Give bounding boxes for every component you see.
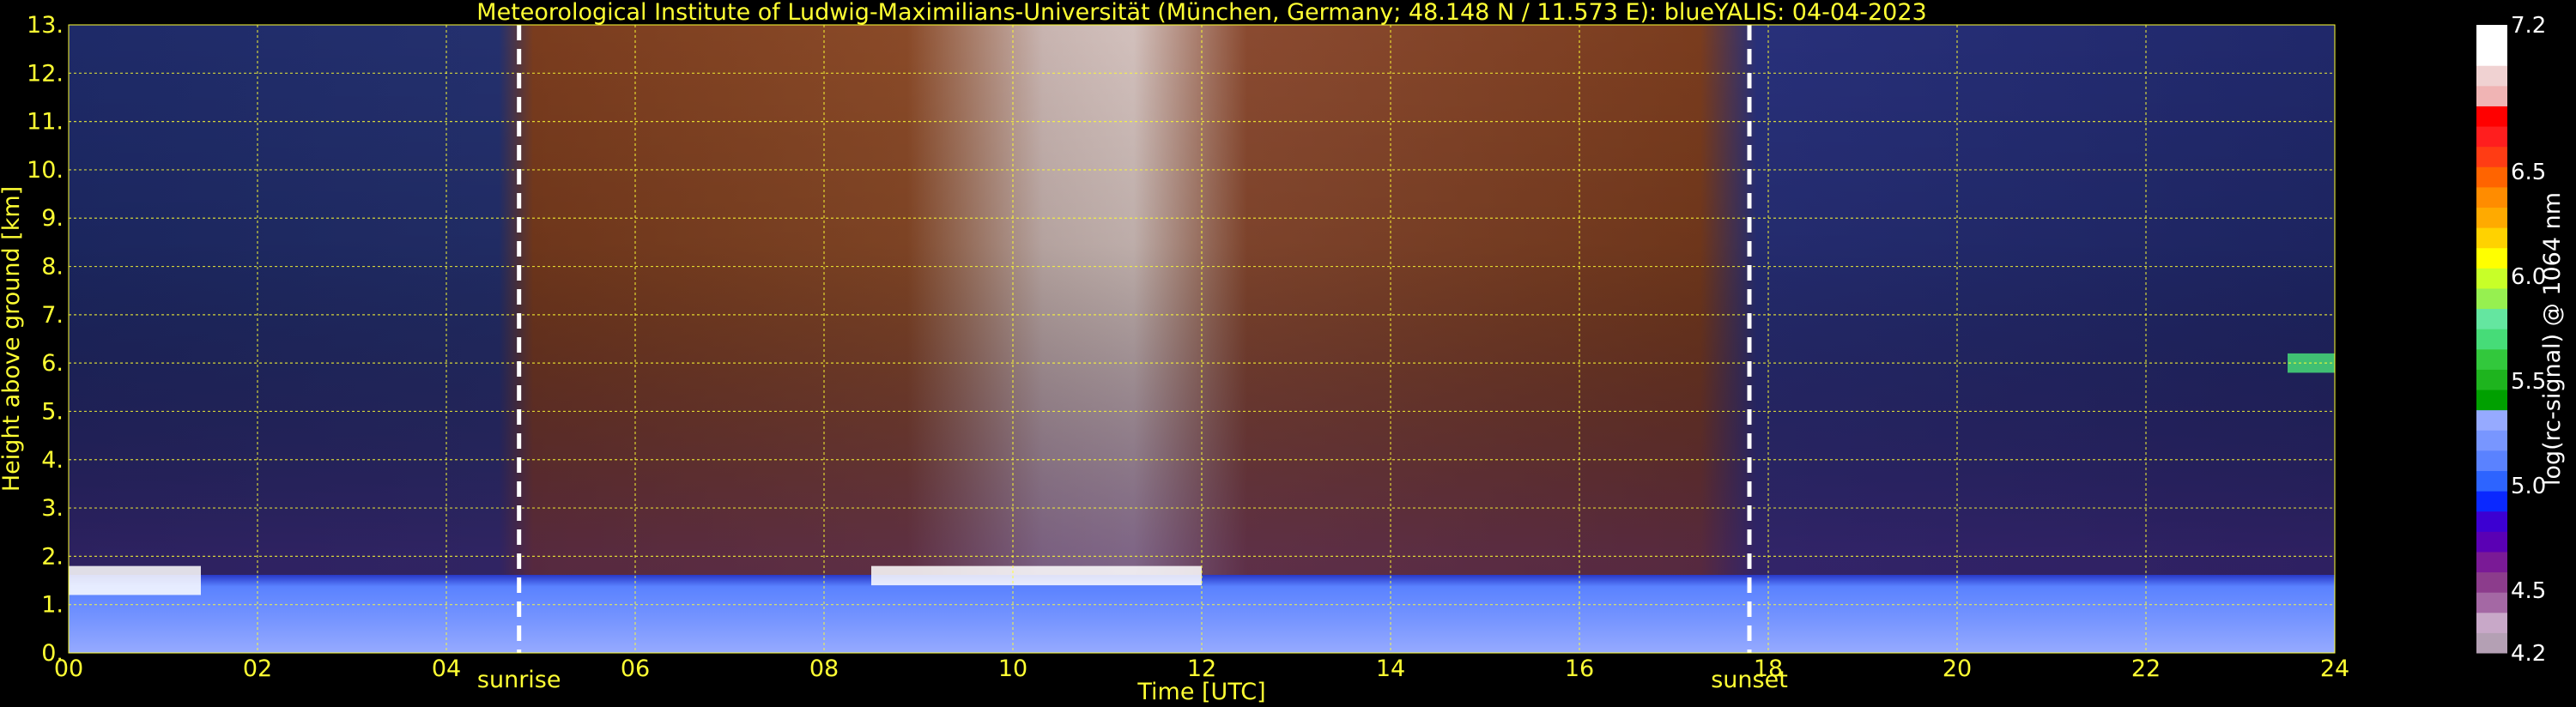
colorbar-segment	[2476, 287, 2507, 310]
colorbar-segment	[2476, 186, 2507, 208]
colorbar-tick-label: 7.2	[2511, 13, 2546, 39]
colorbar-tick-label: 4.5	[2511, 578, 2546, 604]
x-tick-label: 04	[432, 656, 461, 682]
x-axis-label: Time [UTC]	[1136, 679, 1265, 705]
colorbar-segment	[2476, 390, 2507, 411]
colorbar-segment	[2476, 227, 2507, 249]
colorbar-segment	[2476, 592, 2507, 613]
x-tick-label: 14	[1376, 656, 1405, 682]
x-tick-label: 08	[809, 656, 839, 682]
x-tick-label: 10	[998, 656, 1027, 682]
colorbar-segment	[2476, 329, 2507, 350]
sunset-label: sunset	[1711, 667, 1788, 693]
colorbar-segment	[2476, 450, 2507, 471]
y-tick-label: 8.	[41, 254, 64, 281]
plot-area	[69, 25, 2335, 653]
chart-title: Meteorological Institute of Ludwig-Maxim…	[476, 0, 1926, 26]
lidar-chart: Meteorological Institute of Ludwig-Maxim…	[0, 0, 2566, 705]
colorbar-segment	[2476, 612, 2507, 633]
colorbar-segment	[2476, 470, 2507, 492]
y-axis-label: Height above ground [km]	[0, 186, 25, 492]
colorbar-segment	[2476, 247, 2507, 269]
colorbar-segment	[2476, 409, 2507, 431]
colorbar-tick-label: 4.2	[2511, 641, 2546, 667]
colorbar-segment	[2476, 65, 2507, 87]
y-tick-label: 13.	[27, 12, 64, 39]
y-tick-label: 1.	[41, 592, 64, 619]
colorbar-segment	[2476, 166, 2507, 188]
sunrise-label: sunrise	[477, 667, 561, 693]
colorbar-segment	[2476, 531, 2507, 553]
feature-low-cloud	[69, 565, 201, 595]
colorbar-segment	[2476, 146, 2507, 167]
colorbar-label: log(rc-signal) @ 1064 nm	[2539, 192, 2566, 486]
colorbar-segment	[2476, 207, 2507, 228]
x-tick-label: 24	[2320, 656, 2349, 682]
y-tick-labels: 0. 1. 2. 3. 4. 5. 6. 7. 8. 9. 10. 11. 12. 13.	[27, 12, 64, 667]
colorbar-segment	[2476, 369, 2507, 390]
y-tick-label: 0.	[41, 640, 64, 667]
y-tick-label: 2.	[41, 543, 64, 570]
colorbar-segment	[2476, 551, 2507, 573]
x-tick-label: 16	[1565, 656, 1594, 682]
colorbar-segment	[2476, 571, 2507, 593]
colorbar-tick-label: 6.5	[2511, 160, 2546, 185]
y-tick-label: 5.	[41, 398, 64, 425]
y-tick-label: 11.	[27, 109, 64, 136]
x-tick-label: 02	[243, 656, 272, 682]
x-tick-label: 06	[621, 656, 650, 682]
colorbar-segment	[2476, 25, 2507, 46]
y-tick-label: 10.	[27, 157, 64, 184]
x-tick-label: 22	[2131, 656, 2161, 682]
colorbar-segment	[2476, 430, 2507, 451]
colorbar: 7.26.56.05.55.04.54.2	[2476, 13, 2546, 667]
colorbar-segment	[2476, 348, 2507, 370]
y-tick-label: 6.	[41, 350, 64, 377]
colorbar-segment	[2476, 126, 2507, 148]
colorbar-segment	[2476, 511, 2507, 532]
y-tick-label: 9.	[41, 205, 64, 232]
colorbar-segment	[2476, 45, 2507, 66]
colorbar-segment	[2476, 491, 2507, 512]
y-tick-label: 7.	[41, 302, 64, 329]
y-tick-label: 12.	[27, 60, 64, 87]
feature-cloud-at-bl-top	[871, 565, 1202, 586]
colorbar-segment	[2476, 632, 2507, 654]
colorbar-segment	[2476, 268, 2507, 289]
colorbar-segment	[2476, 308, 2507, 329]
colorbar-segment	[2476, 106, 2507, 127]
colorbar-segment	[2476, 85, 2507, 106]
y-tick-label: 4.	[41, 447, 64, 474]
y-tick-label: 3.	[41, 495, 64, 522]
x-tick-label: 20	[1943, 656, 1972, 682]
